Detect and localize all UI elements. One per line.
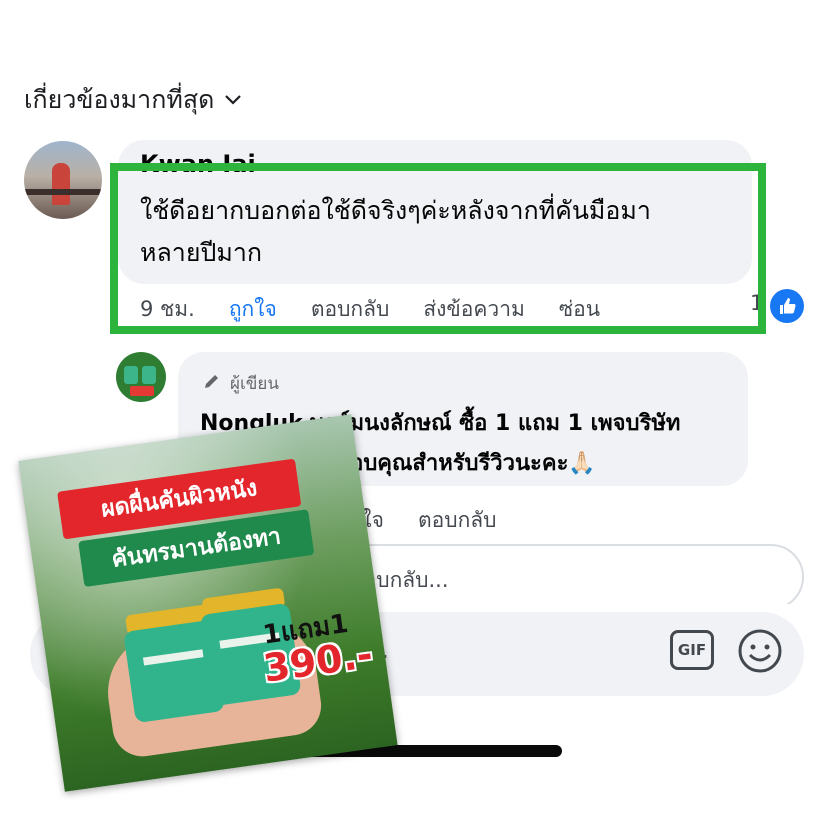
highlight-box xyxy=(110,163,766,334)
like-reaction-icon xyxy=(770,289,804,323)
reply-line2: ขอบคุณสำหรับรีวิวนะคะ🙏🏻 xyxy=(335,451,596,476)
pencil-icon xyxy=(202,371,222,396)
commenter-avatar[interactable] xyxy=(24,141,102,219)
author-badge: ผู้เขียน xyxy=(202,370,279,397)
gif-icon[interactable]: GIF xyxy=(670,630,714,670)
reply-input[interactable]: ตอบกลับ... xyxy=(330,544,804,610)
page-avatar[interactable] xyxy=(116,352,166,402)
product-ad-image: ผดผื่นคันผิวหนัง คันทรมานต้องทา 1แถม1 39… xyxy=(18,414,398,792)
reply-line1: บาล์มนงลักษณ์ ซื้อ 1 แถม 1 เพจบริษัท xyxy=(309,411,681,436)
emoji-icon[interactable] xyxy=(737,628,783,678)
sort-dropdown[interactable]: เกี่ยวข้องมากที่สุด xyxy=(24,80,242,120)
sort-label: เกี่ยวข้องมากที่สุด xyxy=(24,85,215,114)
reply-reply-button[interactable]: ตอบกลับ xyxy=(418,504,497,537)
chevron-down-icon xyxy=(224,90,242,111)
